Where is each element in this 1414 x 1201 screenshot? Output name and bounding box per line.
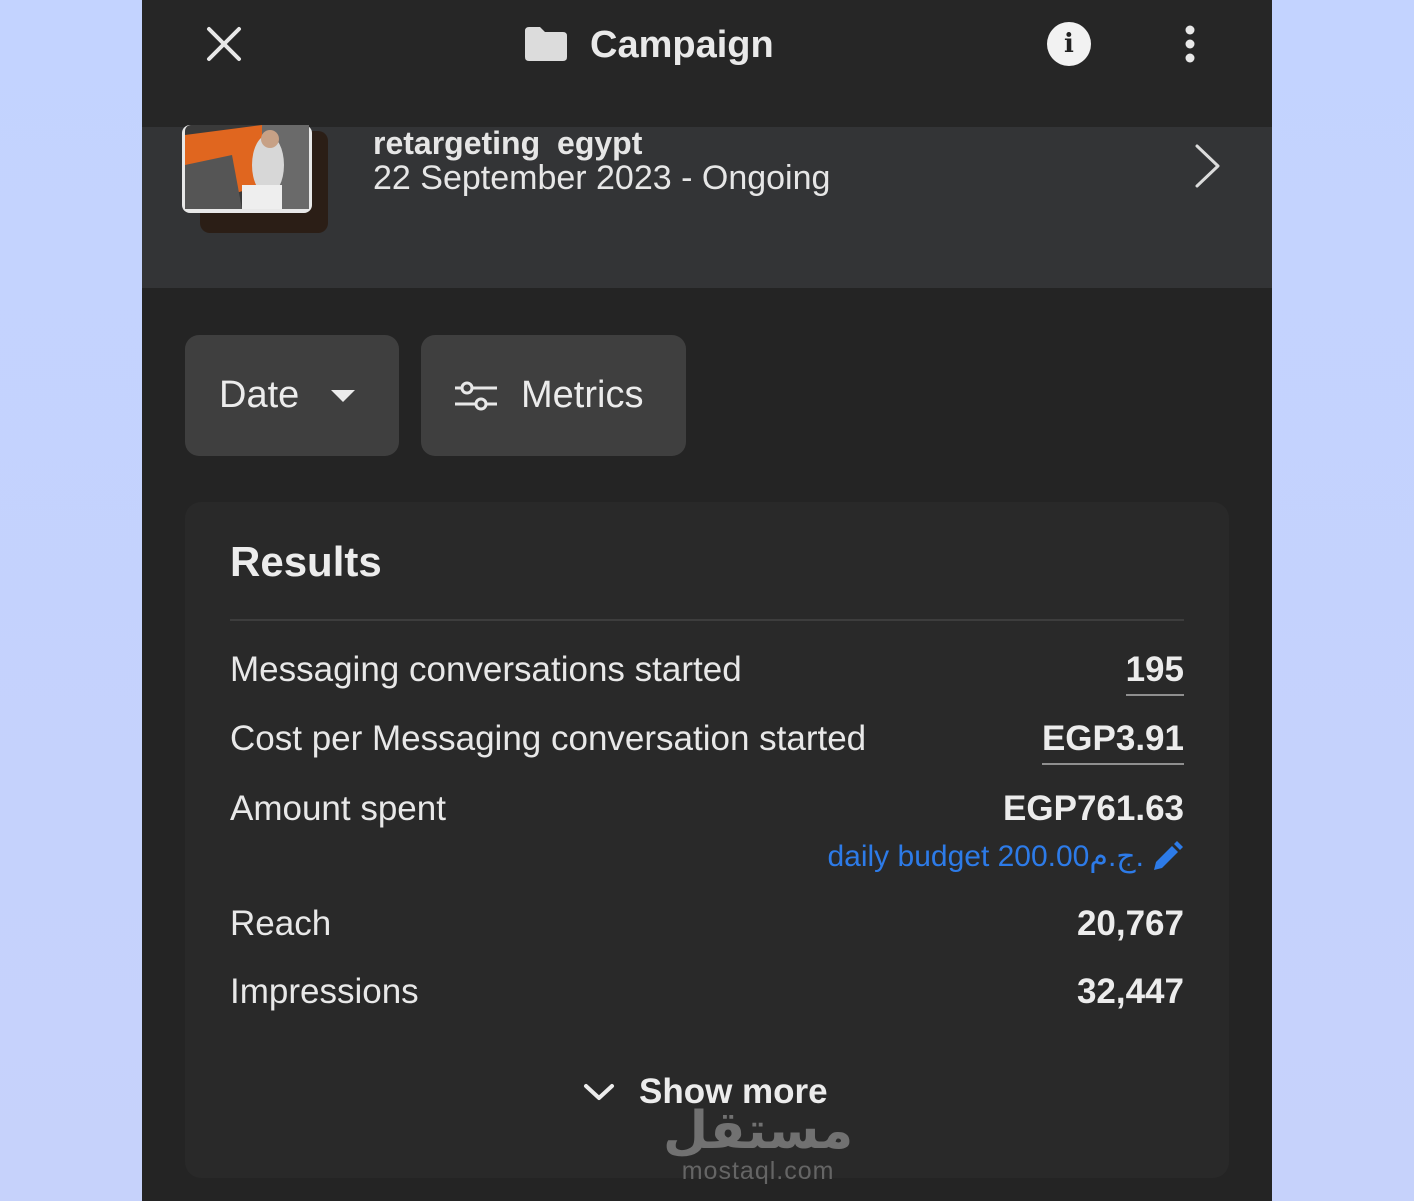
sliders-icon (453, 378, 499, 414)
campaign-header-row[interactable]: retargeting egypt 22 September 2023 - On… (142, 125, 1272, 288)
phone-screen: Campaign i retargeting egypt 22 Septembe… (142, 0, 1272, 1201)
info-icon[interactable]: i (1047, 22, 1091, 66)
metric-value-messaging-conversations[interactable]: 195 (1125, 650, 1184, 696)
metrics-label: Metrics (521, 374, 644, 416)
metric-label-cost-per-conversation: Cost per Messaging conversation started (230, 719, 867, 758)
watermark: مستقل mostaql.com (663, 1102, 854, 1185)
metric-label-reach: Reach (230, 904, 332, 943)
caret-down-icon (329, 387, 357, 405)
chevron-down-icon (583, 1081, 615, 1103)
divider (230, 619, 1184, 621)
page-title-group: Campaign (522, 20, 774, 70)
metric-value-cost-per-conversation[interactable]: EGP3.91 (1041, 719, 1184, 765)
daily-budget-link[interactable]: daily budget 200.00ج.م. (827, 839, 1184, 874)
watermark-logo: مستقل (663, 1102, 854, 1160)
metric-label-amount-spent: Amount spent (230, 789, 446, 828)
results-card: Results Messaging conversations started … (185, 502, 1229, 1184)
folder-icon (522, 23, 570, 68)
metric-label-impressions: Impressions (230, 972, 419, 1011)
page-title: Campaign (590, 23, 774, 66)
metric-value-reach: 20,767 (1076, 904, 1184, 943)
chevron-right-icon[interactable] (1192, 143, 1222, 189)
campaign-name: retargeting egypt (373, 125, 643, 161)
more-vertical-icon[interactable] (1172, 22, 1208, 66)
pencil-icon (1150, 840, 1184, 874)
date-filter-button[interactable]: Date (185, 335, 399, 456)
watermark-text: mostaql.com (681, 1157, 835, 1185)
campaign-date-range: 22 September 2023 - Ongoing (373, 159, 831, 197)
campaign-thumbnail (182, 125, 328, 233)
daily-budget-text: daily budget 200.00ج.م. (827, 840, 1144, 873)
metric-value-impressions: 32,447 (1076, 972, 1184, 1011)
results-title: Results (230, 538, 382, 585)
metrics-button[interactable]: Metrics (421, 335, 686, 456)
metric-label-messaging-conversations: Messaging conversations started (230, 650, 742, 689)
top-app-bar: Campaign i (142, 0, 1272, 127)
metric-value-amount-spent: EGP761.63 (1003, 789, 1184, 828)
date-filter-label: Date (219, 374, 300, 416)
close-icon[interactable] (204, 24, 244, 64)
